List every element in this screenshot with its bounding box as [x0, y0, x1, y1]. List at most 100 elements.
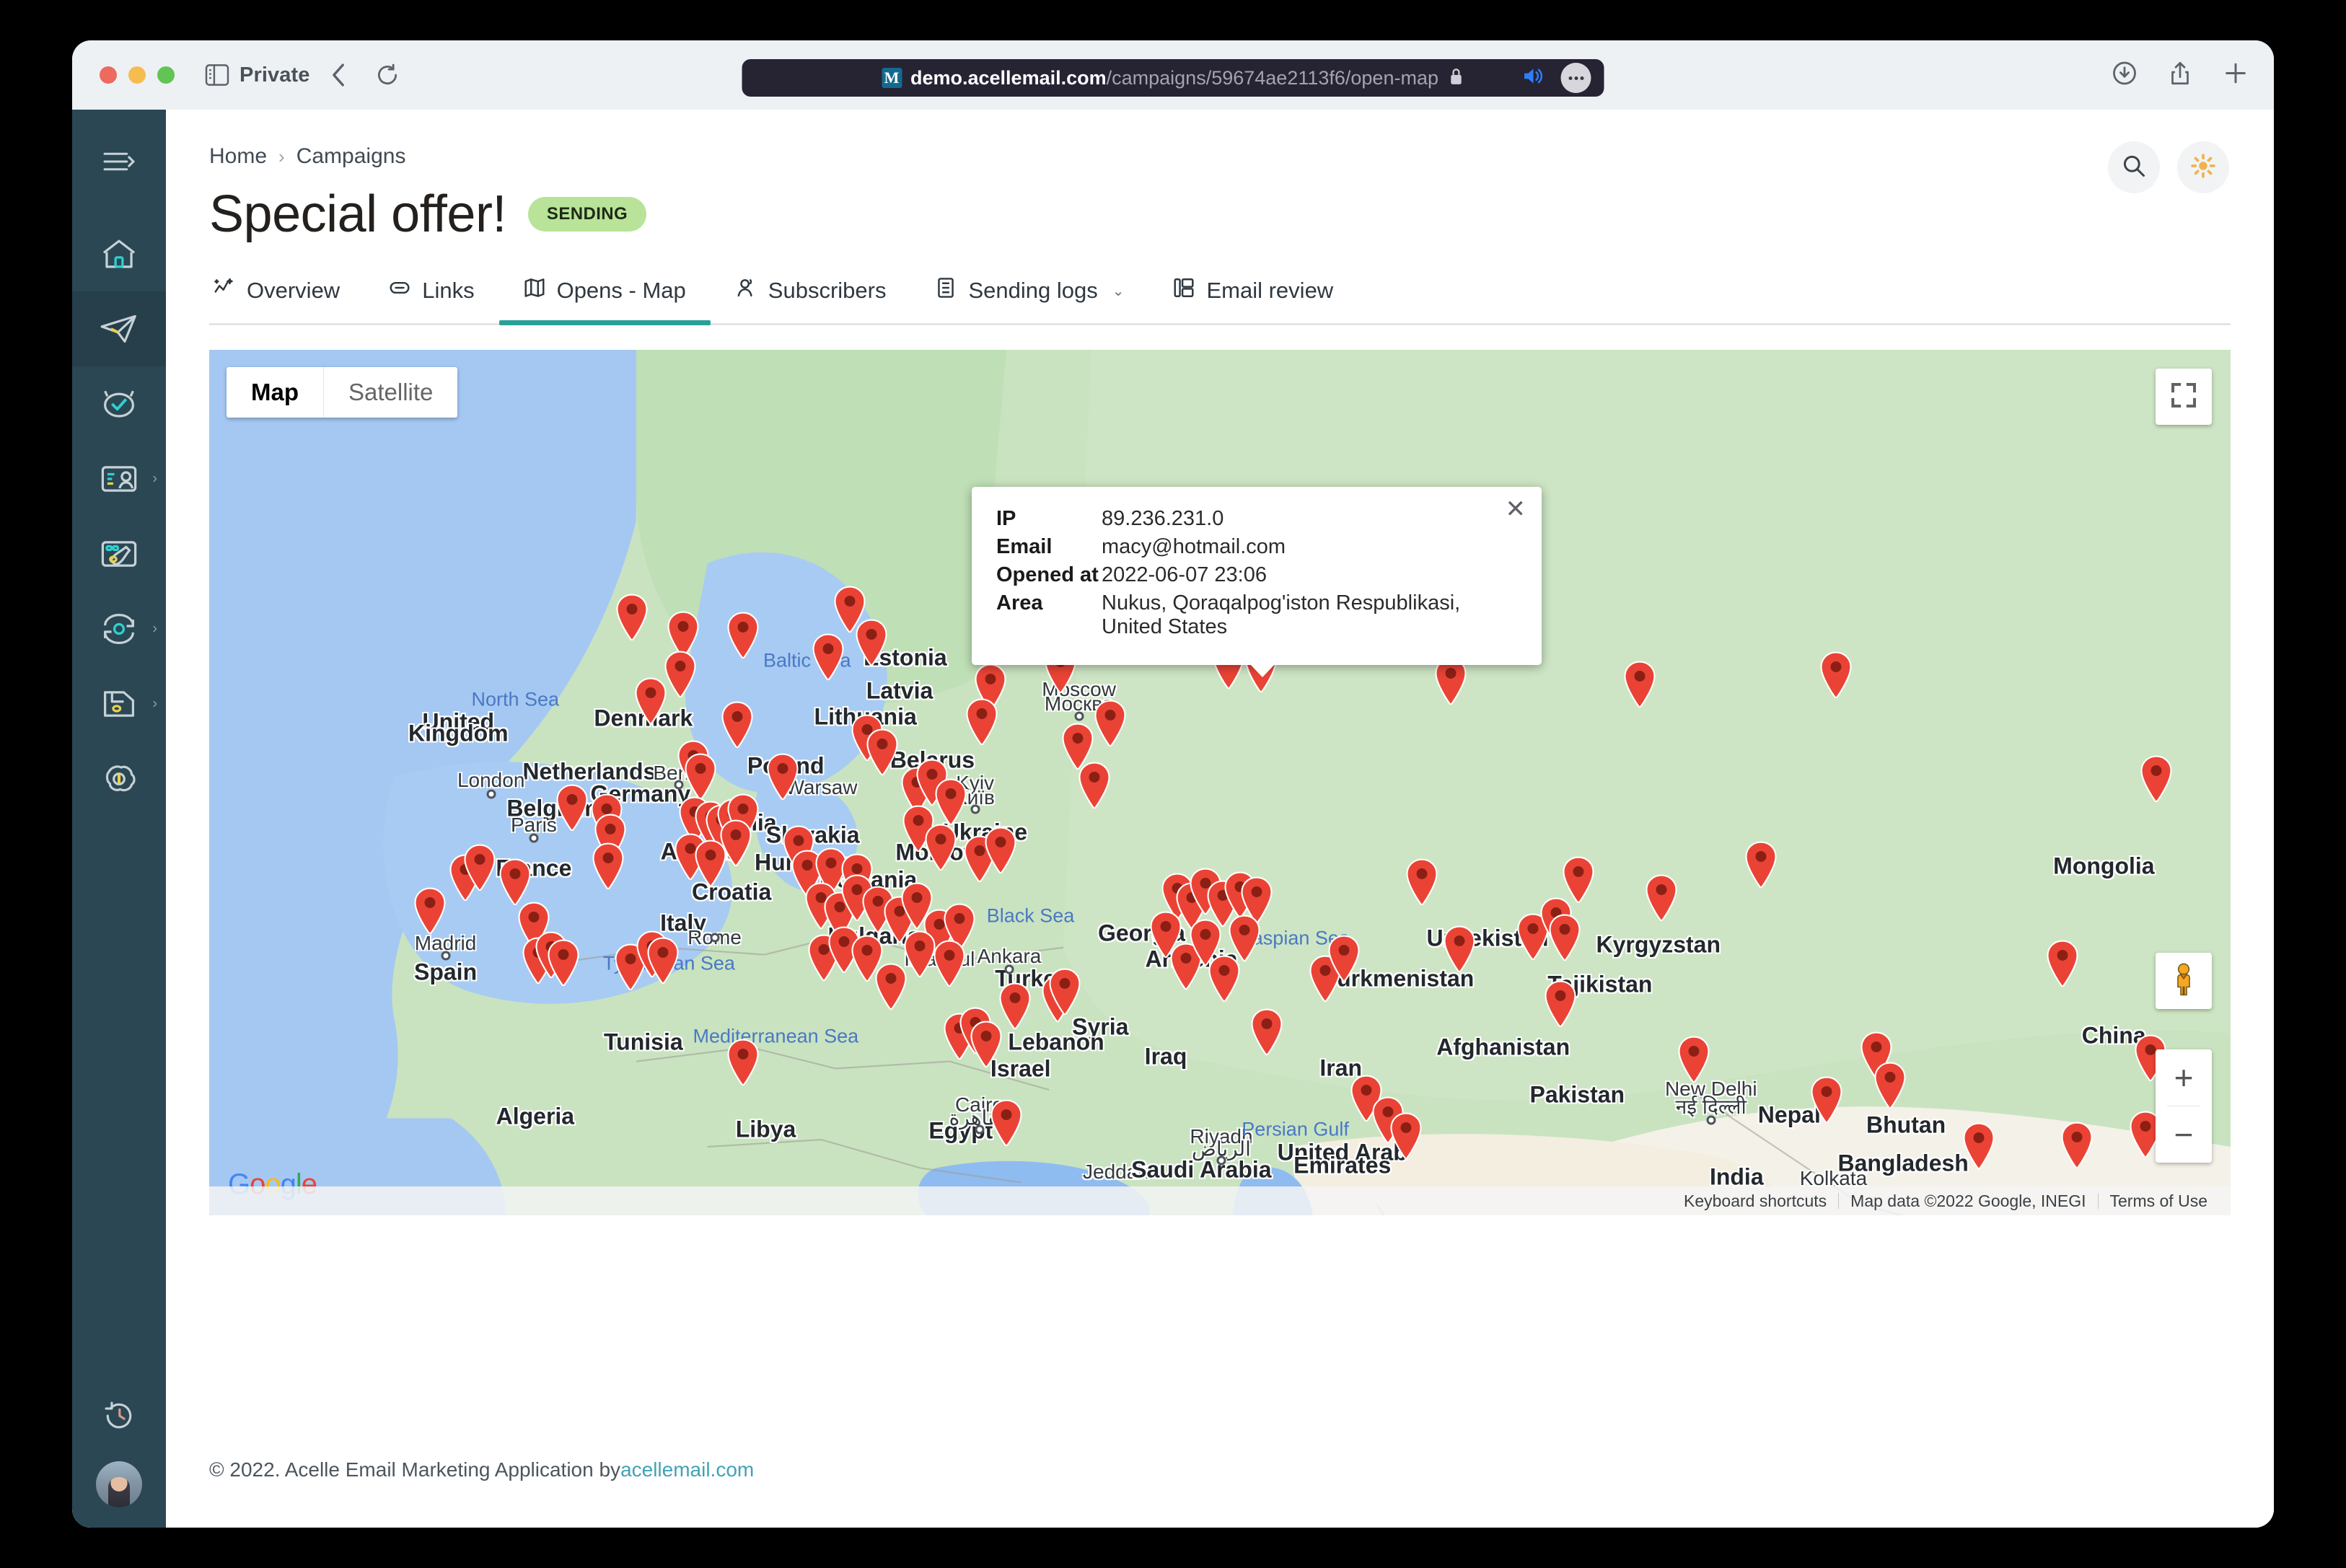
map-open-pin[interactable]	[667, 611, 700, 659]
map-open-pin[interactable]	[924, 824, 957, 871]
tab-links[interactable]: Links	[364, 277, 498, 323]
map-open-pin[interactable]	[1208, 955, 1241, 1003]
map-open-pin[interactable]	[1327, 935, 1361, 982]
map-open-pin[interactable]	[592, 842, 625, 890]
chevron-down-icon[interactable]: ⌄	[1112, 282, 1125, 300]
audio-playing-icon[interactable]	[1522, 66, 1545, 90]
zoom-in-button[interactable]: +	[2156, 1049, 2212, 1106]
search-button[interactable]	[2108, 141, 2160, 193]
sidebar-item-storage[interactable]: ›	[72, 666, 166, 741]
sidebar-item-subscribers[interactable]: ›	[72, 441, 166, 516]
share-icon[interactable]	[2169, 61, 2192, 90]
map-open-pin[interactable]	[1623, 661, 1656, 708]
map-open-pin[interactable]	[634, 677, 667, 725]
map-open-pin[interactable]	[1645, 874, 1678, 922]
sidebar-item-home[interactable]	[72, 216, 166, 291]
breadcrumb-item-home[interactable]: Home	[209, 144, 267, 169]
map-open-pin[interactable]	[1873, 1062, 1907, 1109]
map-open-pin[interactable]	[615, 594, 649, 641]
map-open-pin[interactable]	[1677, 1036, 1710, 1083]
map-open-pin[interactable]	[1228, 915, 1261, 962]
map-open-pin[interactable]	[934, 778, 967, 826]
maximize-window-button[interactable]	[157, 66, 175, 84]
map-open-pin[interactable]	[2140, 755, 2173, 803]
map-open-pin[interactable]	[812, 633, 845, 681]
map-open-pin[interactable]	[1078, 762, 1111, 809]
close-icon[interactable]: ✕	[1506, 497, 1526, 521]
map-open-pin[interactable]	[1250, 1008, 1283, 1056]
map-open-pin[interactable]	[413, 887, 447, 935]
map-type-control[interactable]: Map Satellite	[227, 367, 458, 418]
map-open-pin[interactable]	[903, 930, 936, 978]
map-open-pin[interactable]	[990, 1099, 1023, 1147]
map-open-pin[interactable]	[1094, 700, 1127, 747]
address-bar[interactable]: M demo.acellemail.com /campaigns/59674ae…	[742, 59, 1604, 97]
map-open-pin[interactable]	[498, 858, 532, 906]
map-open-pin[interactable]	[721, 701, 754, 749]
downloads-icon[interactable]	[2112, 61, 2137, 89]
map-open-pin[interactable]	[933, 940, 966, 987]
map-open-pin[interactable]	[684, 753, 717, 801]
map-open-pin[interactable]	[694, 840, 727, 887]
map-open-pin[interactable]	[1443, 925, 1476, 973]
tab-email-review[interactable]: Email review	[1148, 277, 1358, 323]
tab-subscribers[interactable]: Subscribers	[711, 277, 911, 323]
back-button[interactable]	[330, 63, 347, 87]
map-open-pin[interactable]	[1962, 1122, 1995, 1170]
map-open-pin[interactable]	[1810, 1076, 1843, 1124]
new-tab-icon[interactable]	[2223, 61, 2248, 89]
sidebar-item-integrations[interactable]: ›	[72, 591, 166, 666]
close-window-button[interactable]	[100, 66, 117, 84]
map-open-pin[interactable]	[866, 728, 899, 776]
map-open-pin[interactable]	[555, 784, 589, 832]
sidebar-collapse-toggle[interactable]	[72, 124, 166, 199]
map-open-pin[interactable]	[463, 844, 496, 891]
map-open-pin[interactable]	[1048, 968, 1081, 1016]
zoom-out-button[interactable]: −	[2156, 1106, 2212, 1163]
sidebar-item-campaigns[interactable]	[72, 291, 166, 366]
tab-overview[interactable]: Overview	[209, 277, 364, 323]
map-open-pin[interactable]	[664, 651, 697, 698]
acellemail-link[interactable]: acellemail.com	[620, 1458, 754, 1481]
map-zoom-control[interactable]: + −	[2156, 1049, 2212, 1163]
map-open-pin[interactable]	[2046, 940, 2079, 987]
page-menu-icon[interactable]	[1560, 63, 1591, 93]
map-open-pin[interactable]	[1819, 651, 1853, 699]
map-open-pin[interactable]	[726, 612, 760, 659]
map-open-pin[interactable]	[766, 753, 799, 801]
map-open-pin[interactable]	[1389, 1112, 1423, 1160]
breadcrumb-item-campaigns[interactable]: Campaigns	[296, 144, 406, 169]
map-open-pin[interactable]	[1548, 914, 1581, 961]
reload-button[interactable]	[376, 63, 399, 87]
map-open-pin[interactable]	[998, 982, 1032, 1030]
opens-map[interactable]: North Sea Baltic Sea United Kingdom Denmark E…	[209, 350, 2231, 1215]
street-view-button[interactable]	[2156, 953, 2212, 1009]
sidebar-toggle-icon[interactable]	[205, 64, 229, 86]
user-avatar[interactable]	[96, 1461, 142, 1507]
map-open-pin[interactable]	[1562, 856, 1595, 904]
map-open-pin[interactable]	[855, 619, 888, 666]
map-fullscreen-button[interactable]	[2156, 369, 2212, 425]
map-open-pin[interactable]	[1544, 980, 1577, 1028]
theme-toggle-button[interactable]	[2177, 141, 2229, 193]
sidebar-item-automation[interactable]	[72, 366, 166, 441]
tab-opens-map[interactable]: Opens - Map	[498, 277, 711, 325]
tab-sending-logs[interactable]: Sending logs ⌄	[910, 277, 1148, 323]
minimize-window-button[interactable]	[128, 66, 146, 84]
terms-of-use-link[interactable]: Terms of Use	[2099, 1192, 2219, 1211]
map-open-pin[interactable]	[984, 827, 1017, 874]
sidebar-item-settings[interactable]	[72, 741, 166, 816]
map-open-pin[interactable]	[646, 937, 680, 985]
sidebar-item-templates[interactable]	[72, 516, 166, 591]
map-open-pin[interactable]	[1744, 841, 1778, 889]
map-type-map-button[interactable]: Map	[227, 367, 323, 418]
map-open-pin[interactable]	[965, 698, 998, 746]
map-open-pin[interactable]	[1405, 858, 1438, 906]
keyboard-shortcuts-link[interactable]: Keyboard shortcuts	[1672, 1192, 1838, 1211]
map-open-pin[interactable]	[2060, 1122, 2094, 1169]
history-clock-icon[interactable]	[102, 1400, 136, 1435]
map-type-satellite-button[interactable]: Satellite	[323, 367, 457, 418]
map-open-pin[interactable]	[547, 939, 580, 987]
map-open-pin[interactable]	[1061, 723, 1094, 770]
map-open-pin[interactable]	[726, 1039, 760, 1086]
